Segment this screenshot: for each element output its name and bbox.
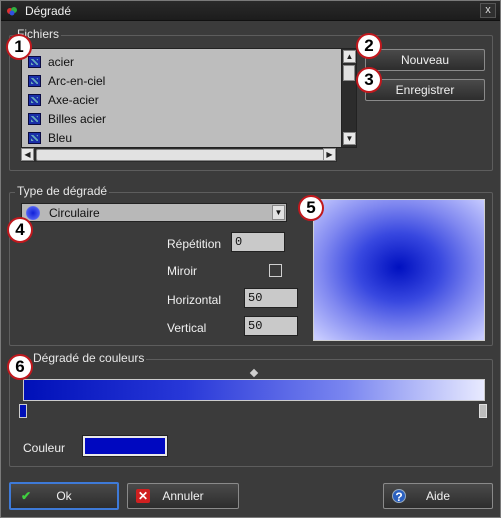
gradient-file-icon [28,56,41,68]
start-color-stop[interactable] [19,404,27,418]
help-button-label: Aide [425,489,451,503]
scroll-left-icon[interactable]: ◀ [21,148,34,161]
new-button-label: Nouveau [400,53,450,67]
files-horizontal-scrollbar[interactable]: ◀ ▶ [21,148,337,162]
close-button[interactable]: x [480,3,496,18]
list-item-label: acier [48,55,75,69]
circular-gradient-icon [26,206,40,220]
callout-badge-2: 2 [356,33,382,59]
gradient-file-icon [28,75,41,87]
scroll-up-icon[interactable]: ▲ [343,50,356,63]
new-button[interactable]: Nouveau [365,49,485,71]
horizontal-scroll-thumb[interactable] [36,149,326,161]
files-vertical-scrollbar[interactable]: ▲ ▼ [341,49,356,147]
gradient-file-icon [28,113,41,125]
gradient-preview [313,199,485,341]
gradient-type-selected: Circulaire [49,206,100,220]
list-item-label: Axe-acier [48,93,99,107]
callout-badge-6: 6 [7,354,33,380]
list-item[interactable]: Billes acier [26,110,336,129]
list-item[interactable]: Bleu [26,129,336,148]
save-button-label: Enregistrer [395,83,455,97]
list-item[interactable]: Arc-en-ciel [26,72,336,91]
chevron-down-icon[interactable]: ▼ [272,205,285,220]
title-bar: Dégradé x [1,1,500,21]
gradient-file-icon [28,132,41,144]
repetition-label: Répétition [167,237,222,251]
gradient-type-group-label: Type de dégradé [15,184,110,198]
list-item[interactable]: acier [26,53,336,72]
window-title: Dégradé [25,4,72,18]
files-list[interactable]: acier Arc-en-ciel Axe-acier Billes acier… [21,48,357,148]
color-label: Couleur [23,441,66,455]
color-swatch[interactable] [82,435,168,457]
gradient-dialog: Dégradé x Fichiers acier Arc-en-ciel Axe… [0,0,501,518]
cancel-button-label: Annuler [162,489,204,503]
gradient-app-icon [7,7,17,16]
gradient-type-select[interactable]: Circulaire ▼ [21,203,287,222]
callout-badge-5: 5 [298,195,324,221]
callout-badge-1: 1 [6,34,32,60]
color-gradient-group-label: Dégradé de couleurs [31,351,147,365]
list-item-label: Billes acier [48,112,107,126]
scroll-right-icon[interactable]: ▶ [323,148,336,161]
list-item-label: Arc-en-ciel [48,74,106,88]
help-button[interactable]: ? Aide [383,483,493,509]
vertical-label: Vertical [167,321,207,335]
list-item[interactable]: Axe-acier [26,91,336,110]
ok-button-label: Ok [56,489,72,503]
repetition-input[interactable]: 0 [231,232,285,252]
callout-badge-3: 3 [356,67,382,93]
vertical-input[interactable]: 50 [244,316,298,336]
save-button[interactable]: Enregistrer [365,79,485,101]
gradient-file-icon [28,94,41,106]
mirror-checkbox[interactable] [269,264,282,277]
end-color-stop[interactable] [479,404,487,418]
color-gradient-bar[interactable] [23,379,485,401]
callout-badge-4: 4 [7,217,33,243]
ok-button[interactable]: ✔ Ok [9,482,119,510]
list-item-label: Bleu [48,131,73,145]
mirror-label: Miroir [167,264,197,278]
vertical-scroll-thumb[interactable] [343,65,355,81]
scroll-down-icon[interactable]: ▼ [343,132,356,145]
horizontal-input[interactable]: 50 [244,288,298,308]
horizontal-label: Horizontal [167,293,222,307]
cancel-button[interactable]: ✕ Annuler [127,483,239,509]
